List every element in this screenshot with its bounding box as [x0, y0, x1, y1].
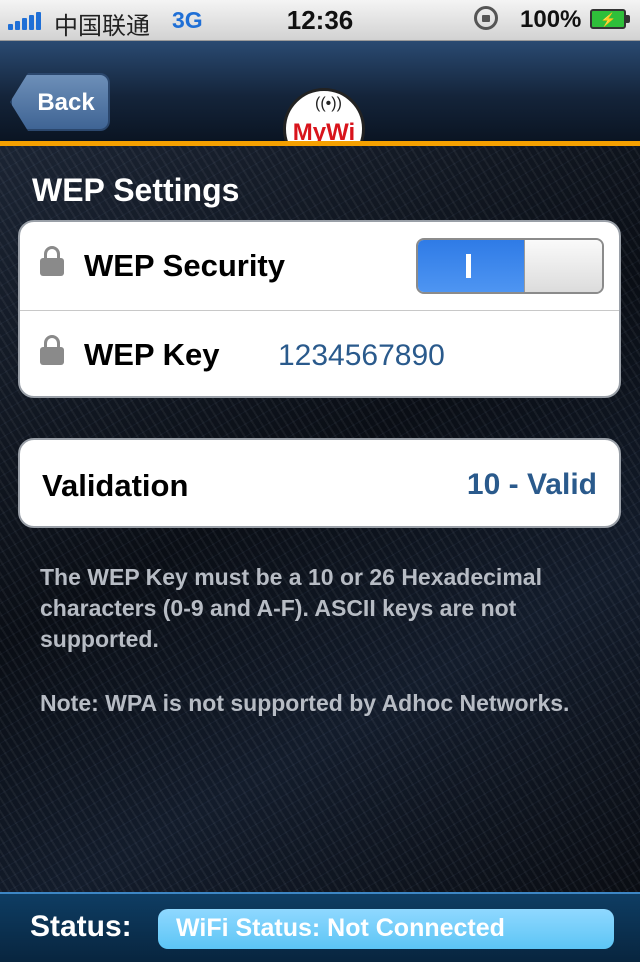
validation-value: 10 - Valid — [466, 468, 597, 501]
navigation-bar: Back ((•)) MyWi — [0, 41, 640, 170]
validation-group: Validation 10 - Valid — [18, 438, 621, 528]
status-label: Status: — [30, 910, 132, 943]
status-bar: 中国联通 3G 12:36 100% ⚡ — [0, 0, 640, 41]
wep-settings-group: WEP Security WEP Key 1234567890 — [18, 220, 621, 398]
status-footer: Status: WiFi Status: Not Connected — [0, 892, 640, 962]
lock-icon — [40, 335, 64, 365]
wifi-status-text: WiFi Status: Not Connected — [176, 914, 505, 942]
lock-icon — [40, 246, 64, 276]
toggle-on-indicator — [466, 254, 471, 278]
toggle-on-track — [418, 240, 526, 292]
help-paragraph-wpa: Note: WPA is not supported by Adhoc Netw… — [40, 690, 570, 716]
battery-icon: ⚡ — [590, 9, 630, 29]
wep-security-label: WEP Security — [84, 248, 286, 283]
back-button[interactable]: Back — [10, 73, 110, 131]
rotation-lock-icon — [474, 6, 498, 30]
wep-key-field[interactable]: 1234567890 — [278, 339, 445, 373]
help-text: The WEP Key must be a 10 or 26 Hexadecim… — [40, 562, 610, 752]
battery-percentage: 100% — [520, 6, 582, 33]
toggle-knob[interactable] — [524, 240, 602, 292]
help-paragraph-wep: The WEP Key must be a 10 or 26 Hexadecim… — [40, 564, 542, 652]
wep-security-row: WEP Security — [20, 222, 619, 310]
wep-key-row[interactable]: WEP Key 1234567890 — [20, 310, 619, 399]
validation-label: Validation — [42, 468, 189, 503]
section-title: WEP Settings — [32, 172, 240, 208]
wep-key-label: WEP Key — [84, 337, 220, 372]
wep-security-toggle[interactable] — [416, 238, 604, 294]
wifi-status-badge: WiFi Status: Not Connected — [158, 909, 614, 949]
wifi-waves-icon: ((•)) — [315, 95, 342, 112]
